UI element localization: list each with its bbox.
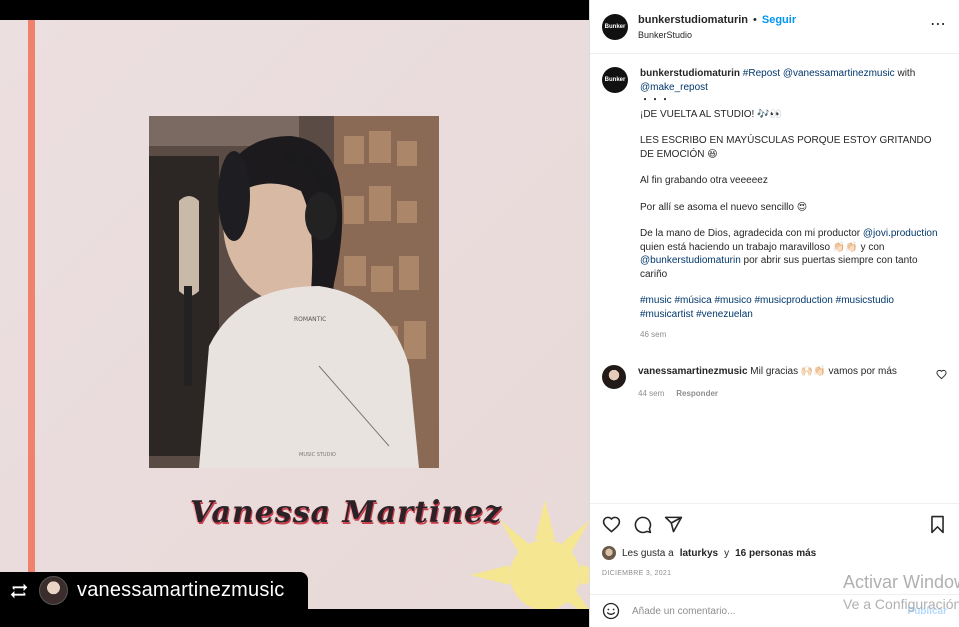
- comment-meta: 44 sem Responder: [638, 387, 947, 401]
- caption-body: bunkerstudiomaturin #Repost @vanessamart…: [640, 67, 947, 342]
- post-date[interactable]: DICIEMBRE 3, 2021: [602, 570, 947, 577]
- comment-item: vanessamartinezmusic Mil gracias 🙌🏻👏🏻 va…: [602, 364, 947, 401]
- post-header: Bunker bunkerstudiomaturin • Seguir Bunk…: [590, 0, 959, 54]
- separator-dot: •: [753, 13, 757, 26]
- comment-text-line: vanessamartinezmusic Mil gracias 🙌🏻👏🏻 va…: [638, 365, 947, 379]
- caption-time[interactable]: 46 sem: [640, 328, 947, 342]
- save-bookmark-icon[interactable]: [928, 515, 947, 534]
- comment-like-heart-icon[interactable]: [936, 369, 947, 380]
- caption: Bunker bunkerstudiomaturin #Repost @vane…: [602, 67, 947, 342]
- artist-mention[interactable]: @vanessamartinezmusic: [783, 68, 895, 79]
- caption-line-2: LES ESCRIBO EN MAYÚSCULAS PORQUE ESTOY G…: [640, 135, 932, 160]
- header-text: bunkerstudiomaturin • Seguir BunkerStudi…: [638, 14, 796, 40]
- with-text: with: [897, 68, 916, 79]
- emoji-icon[interactable]: [602, 602, 620, 620]
- producer-mention[interactable]: @jovi.production: [863, 228, 938, 239]
- commenter-avatar[interactable]: [602, 364, 626, 389]
- studio-mention[interactable]: @bunkerstudiomaturin: [640, 255, 741, 266]
- likes-prefix: Les gusta a: [622, 547, 674, 559]
- location-link[interactable]: BunkerStudio: [638, 30, 796, 40]
- likes-count[interactable]: 16 personas más: [735, 548, 816, 559]
- liker-username[interactable]: laturkys: [680, 548, 718, 559]
- repost-hashtag[interactable]: #Repost: [743, 68, 780, 79]
- caption-line-5b: quien está haciendo un trabajo maravillo…: [640, 241, 885, 253]
- author-avatar[interactable]: Bunker: [602, 13, 628, 40]
- caption-line-1: ¡DE VUELTA AL STUDIO! 🎶👀: [640, 108, 782, 120]
- share-send-icon[interactable]: [664, 515, 683, 534]
- liker-avatar[interactable]: [602, 546, 616, 560]
- caption-line-4: Por allí se asoma el nuevo sencillo 😍: [640, 201, 808, 213]
- repost-username[interactable]: vanessamartinezmusic: [77, 579, 284, 602]
- likes-conjunction: y: [724, 547, 730, 559]
- decorative-stripe: [28, 20, 35, 609]
- publish-button[interactable]: Publicar: [908, 606, 947, 617]
- reply-button[interactable]: Responder: [676, 387, 718, 401]
- repost-avatar[interactable]: [39, 576, 68, 605]
- add-comment-bar: Publicar: [590, 594, 959, 627]
- caption-username[interactable]: bunkerstudiomaturin: [640, 68, 740, 79]
- comment-bubble-icon[interactable]: [633, 515, 652, 534]
- comment-body: vanessamartinezmusic Mil gracias 🙌🏻👏🏻 va…: [638, 365, 947, 401]
- svg-text:ROMANTIC: ROMANTIC: [294, 316, 326, 323]
- media-image: ROMANTIC MUSIC STUDIO Vanessa Martinez: [0, 20, 589, 609]
- likes-summary: Les gusta a laturkys y 16 personas más: [602, 546, 947, 560]
- comment-input[interactable]: [632, 605, 896, 617]
- post-actions: Les gusta a laturkys y 16 personas más D…: [590, 503, 959, 577]
- svg-text:MUSIC STUDIO: MUSIC STUDIO: [299, 452, 336, 458]
- comment-time[interactable]: 44 sem: [638, 387, 664, 401]
- caption-line-3: Al fin grabando otra veeeeez: [640, 175, 768, 186]
- repost-icon: [10, 583, 28, 598]
- header-row: bunkerstudiomaturin • Seguir: [638, 14, 796, 26]
- caption-dots: ・・・: [640, 95, 670, 106]
- comments-section[interactable]: Bunker bunkerstudiomaturin #Repost @vane…: [590, 55, 959, 503]
- caption-avatar[interactable]: Bunker: [602, 67, 628, 93]
- commenter-username[interactable]: vanessamartinezmusic: [638, 366, 748, 377]
- studio-photo-illustration: ROMANTIC MUSIC STUDIO: [149, 116, 439, 468]
- caption-first-line: bunkerstudiomaturin #Repost @vanessamart…: [640, 67, 947, 94]
- comment-text: Mil gracias 🙌🏻👏🏻 vamos por más: [750, 365, 897, 377]
- caption-line-5a: De la mano de Dios, agradecida con mi pr…: [640, 228, 861, 239]
- more-options-icon[interactable]: ⋯: [930, 14, 947, 34]
- studio-photo: ROMANTIC MUSIC STUDIO: [149, 116, 439, 468]
- post-panel: Bunker bunkerstudiomaturin • Seguir Bunk…: [589, 0, 959, 627]
- like-heart-icon[interactable]: [602, 515, 621, 534]
- author-username[interactable]: bunkerstudiomaturin: [638, 14, 748, 26]
- follow-button[interactable]: Seguir: [762, 14, 796, 26]
- caption-line-5: De la mano de Dios, agradecida con mi pr…: [640, 227, 947, 281]
- artist-signature: Vanessa Martinez: [190, 495, 503, 530]
- caption-hashtags[interactable]: #music #música #musico #musicproduction …: [640, 294, 947, 321]
- post-media[interactable]: ROMANTIC MUSIC STUDIO Vanessa Martinez v…: [0, 0, 589, 627]
- repost-attribution[interactable]: vanessamartinezmusic: [0, 572, 308, 609]
- action-icons: [602, 514, 947, 534]
- tool-mention[interactable]: @make_repost: [640, 82, 708, 93]
